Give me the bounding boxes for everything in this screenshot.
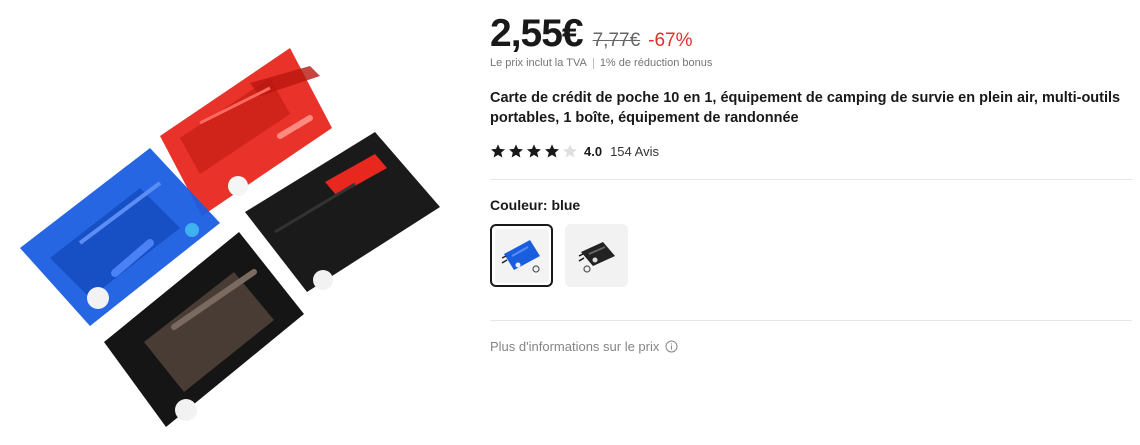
- original-price: 7,77€: [592, 30, 641, 51]
- tax-separator: [592, 57, 594, 69]
- color-swatches: [490, 224, 640, 287]
- discount-badge: -67%: [648, 30, 693, 51]
- divider: [490, 179, 1132, 180]
- rating-row[interactable]: 4.0 154 Avis: [490, 143, 659, 159]
- star-filled-icon: [545, 144, 559, 158]
- more-price-info-link[interactable]: Plus d'informations sur le prix: [490, 339, 678, 354]
- color-label: Couleur: blue: [490, 197, 581, 213]
- star-rating: [490, 143, 580, 159]
- price-row: 2,55€ 7,77€ -67%: [490, 12, 693, 56]
- product-image[interactable]: [0, 0, 470, 445]
- divider: [490, 320, 1132, 321]
- more-price-info-label: Plus d'informations sur le prix: [490, 339, 660, 354]
- star-empty-icon: [563, 144, 577, 158]
- review-count[interactable]: 154 Avis: [610, 144, 659, 159]
- star-filled-icon: [509, 144, 523, 158]
- swatch-blue[interactable]: [490, 224, 553, 287]
- info-icon: [665, 340, 678, 353]
- black-card-thumbnail-icon: [578, 241, 615, 273]
- current-price: 2,55€: [490, 12, 584, 55]
- rating-value: 4.0: [584, 143, 603, 159]
- product-title: Carte de crédit de poche 10 en 1, équipe…: [490, 90, 1121, 126]
- star-filled-icon: [527, 144, 541, 158]
- star-filled-icon: [491, 144, 505, 158]
- vat-note: Le prix inclut la TVA: [490, 57, 587, 69]
- tax-row: Le prix inclut la TVA 1% de réduction bo…: [490, 57, 712, 69]
- bonus-note: 1% de réduction bonus: [599, 57, 713, 69]
- product-photo: [20, 48, 440, 427]
- swatch-black[interactable]: [565, 224, 628, 287]
- blue-card-thumbnail-icon: [501, 239, 540, 273]
